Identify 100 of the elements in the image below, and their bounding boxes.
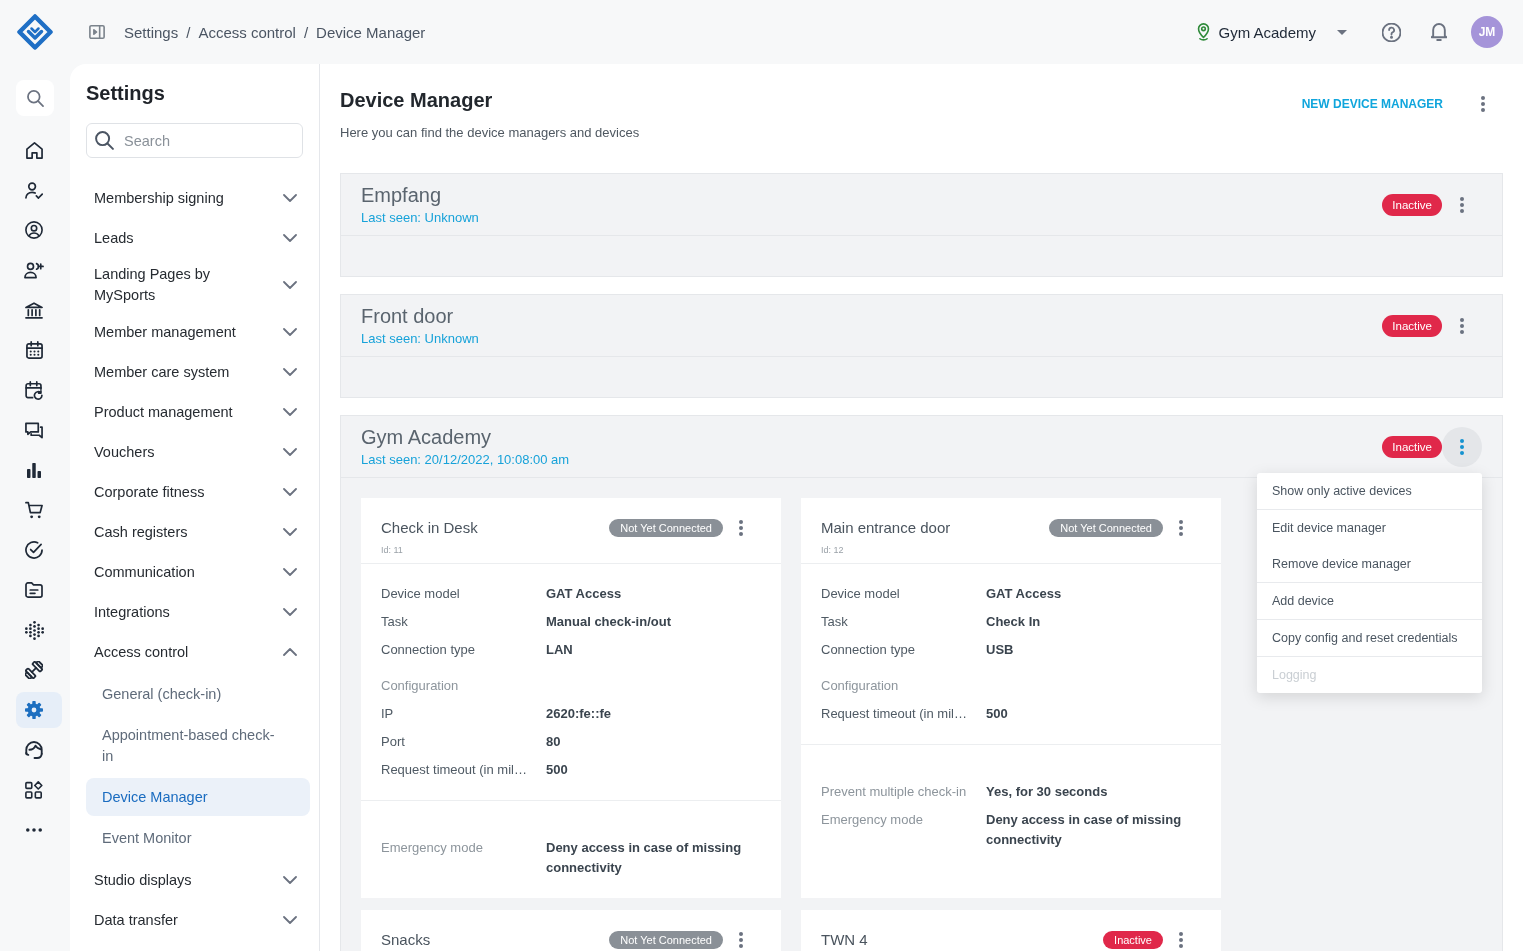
device-id: Id: 11 <box>381 544 404 556</box>
caret-down-icon <box>1337 29 1347 35</box>
status-badge: Not Yet Connected <box>609 931 723 949</box>
dot-grid-icon <box>24 620 44 640</box>
sidebar-item[interactable]: Vouchers <box>86 432 310 472</box>
menu-item[interactable]: Copy config and reset credentials <box>1257 620 1482 656</box>
manager-name: Front door <box>361 304 455 329</box>
detail-label: Request timeout (in mil… <box>821 705 968 723</box>
calendar-icon <box>25 341 43 359</box>
setting-label: Emergency mode <box>821 811 924 829</box>
device-name: Check in Desk <box>381 519 478 537</box>
section-title: Configuration <box>381 677 460 695</box>
detail-label: Port <box>381 733 406 751</box>
search-icon <box>26 89 44 107</box>
manager-name: Empfang <box>361 183 443 208</box>
menu-item[interactable]: Edit device manager <box>1257 510 1482 546</box>
sidebar-item[interactable]: Communication <box>86 552 310 592</box>
user-check-icon <box>25 181 43 199</box>
sidebar-item[interactable]: Membership signing <box>86 178 310 218</box>
detail-value: 500 <box>546 761 569 779</box>
section-title: Configuration <box>821 677 900 695</box>
user-plus-icon <box>24 261 44 279</box>
sidebar-subitem[interactable]: General (check-in) <box>86 675 310 713</box>
location-selector[interactable]: Gym Academy <box>1196 16 1347 48</box>
kebab-icon <box>1179 932 1183 948</box>
device-name: Snacks <box>381 931 431 949</box>
detail-value: Check In <box>986 613 1042 631</box>
head-icon <box>25 741 43 759</box>
gear-icon <box>25 701 43 719</box>
check-circle-icon <box>25 541 43 559</box>
sidebar-item[interactable]: Landing Pages by MySports <box>86 258 310 312</box>
more-icon <box>26 828 42 832</box>
cart-icon <box>25 501 43 519</box>
status-badge: Inactive <box>1103 931 1163 949</box>
kebab-icon <box>1460 197 1464 213</box>
apps-icon <box>25 781 43 799</box>
detail-label: Task <box>381 613 409 631</box>
sidebar-item[interactable]: Data transfer <box>86 900 310 940</box>
sidebar-subitem[interactable]: Appointment-based check-in <box>86 716 310 775</box>
search-button[interactable] <box>16 80 54 116</box>
last-seen-text: Last seen: Unknown <box>361 209 479 227</box>
sidebar-item[interactable]: Member management <box>86 312 310 352</box>
breadcrumb-separator: / <box>186 23 191 41</box>
menu-item[interactable]: Show only active devices <box>1257 473 1482 509</box>
device-name: Main entrance door <box>821 519 951 537</box>
setting-label: Emergency mode <box>381 839 484 857</box>
detail-value: LAN <box>546 641 574 659</box>
sidebar-item[interactable]: Member care system <box>86 352 310 392</box>
status-badge: Inactive <box>1382 194 1442 216</box>
kebab-icon <box>1179 520 1183 536</box>
menu-item[interactable]: Add device <box>1257 583 1482 619</box>
detail-value: USB <box>986 641 1015 659</box>
help-icon <box>1381 22 1401 42</box>
detail-value: GAT Access <box>986 585 1063 603</box>
menu-item[interactable]: Remove device manager <box>1257 546 1482 582</box>
map-pin-icon <box>1196 23 1212 41</box>
device-name: TWN 4 <box>821 931 868 949</box>
detail-label: Device model <box>381 585 461 603</box>
sidebar-subitem[interactable]: Event Monitor <box>86 819 310 857</box>
bell-icon <box>1431 23 1447 41</box>
logo[interactable] <box>17 14 53 50</box>
chat-icon <box>25 421 43 439</box>
bank-icon <box>25 301 43 319</box>
device-id: Id: 12 <box>821 544 845 556</box>
sidebar-item[interactable]: Leads <box>86 218 310 258</box>
breadcrumb-link[interactable]: Device Manager <box>316 23 426 41</box>
breadcrumb-link[interactable]: Access control <box>198 23 296 41</box>
detail-value: 2620:fe::fe <box>546 705 613 723</box>
last-seen-text: Last seen: 20/12/2022, 10:08:00 am <box>361 451 570 469</box>
help-button[interactable] <box>1379 20 1403 44</box>
sidebar-title: Settings <box>86 81 166 106</box>
sidebar-item[interactable]: Cash registers <box>86 512 310 552</box>
sidebar-subitem[interactable]: Device Manager <box>86 778 310 816</box>
sidebar-item[interactable]: Corporate fitness <box>86 472 310 512</box>
kebab-icon <box>1460 318 1464 334</box>
setting-value: Yes, for 30 seconds <box>986 783 1109 801</box>
more-button[interactable] <box>1442 427 1482 467</box>
detail-label: Connection type <box>821 641 916 659</box>
gear-button[interactable] <box>16 692 62 728</box>
sidebar-item[interactable]: Studio displays <box>86 860 310 900</box>
detail-label: IP <box>381 705 395 723</box>
sidebar-item[interactable]: Product management <box>86 392 310 432</box>
kebab-icon <box>739 520 743 536</box>
kebab-icon <box>1481 96 1485 112</box>
detail-label: Connection type <box>381 641 476 659</box>
breadcrumb-link[interactable]: Settings <box>124 23 179 41</box>
kebab-icon <box>739 932 743 948</box>
sidebar-item[interactable]: Access control <box>86 632 310 672</box>
search-field[interactable]: Search <box>86 123 303 158</box>
page-subtitle: Here you can find the device managers and devices <box>340 124 641 142</box>
search-icon <box>95 131 114 150</box>
detail-label: Task <box>821 613 849 631</box>
sidebar-item[interactable]: Integrations <box>86 592 310 632</box>
setting-label: Prevent multiple check-in <box>821 783 968 801</box>
detail-label: Device model <box>821 585 901 603</box>
kebab-icon <box>1460 439 1464 455</box>
dumbbell-icon <box>25 661 43 679</box>
detail-value: GAT Access <box>546 585 623 603</box>
user-circle-icon <box>25 221 43 239</box>
detail-value: 500 <box>986 705 1009 723</box>
